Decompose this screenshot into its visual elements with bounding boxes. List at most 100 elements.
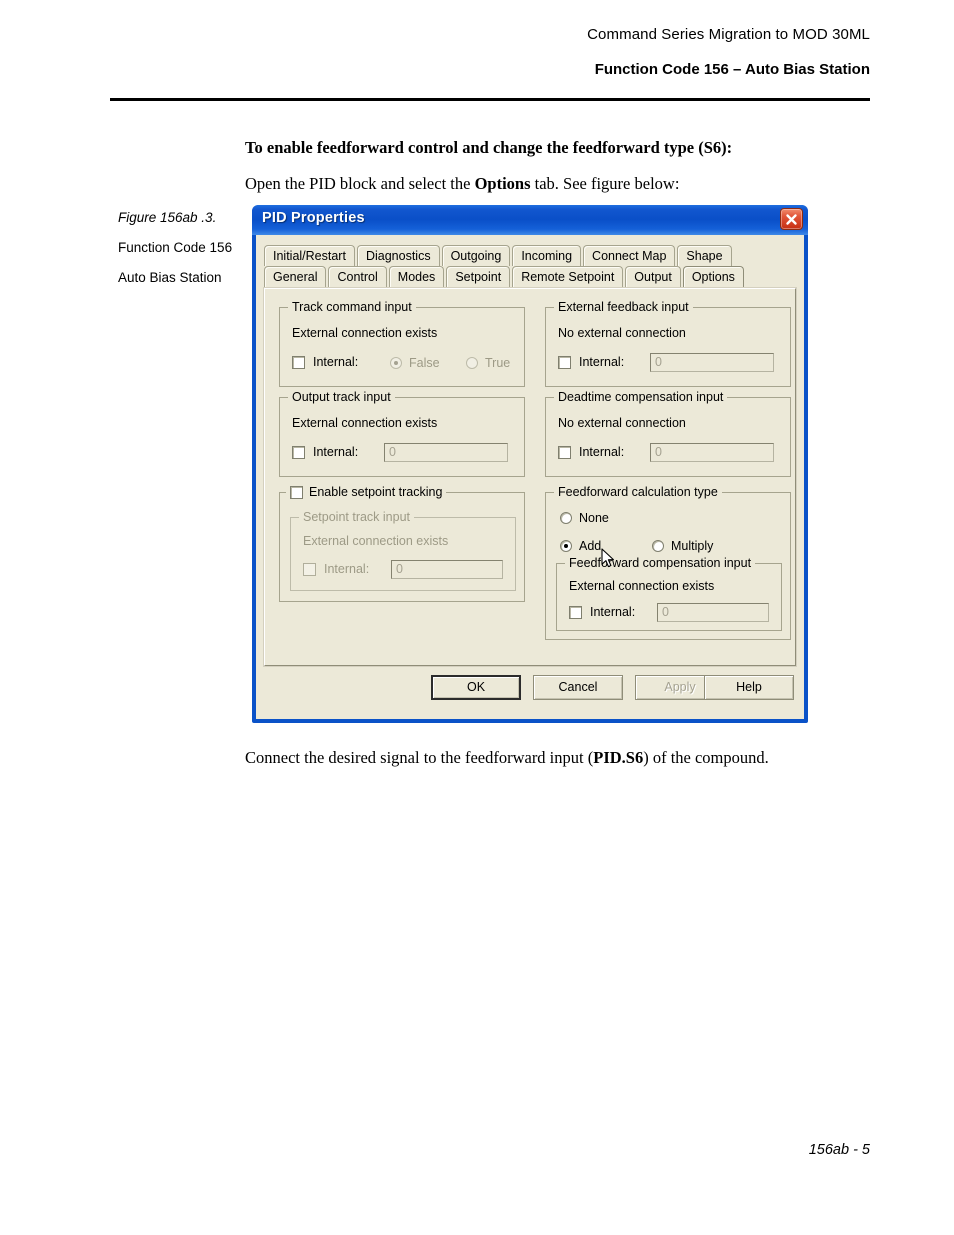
group-title-output-track-input: Output track input xyxy=(288,390,395,404)
dialog-title: PID Properties xyxy=(262,210,365,226)
external-feedback-internal-checkbox[interactable] xyxy=(558,355,571,369)
ok-button[interactable]: OK xyxy=(431,675,521,700)
group-enable-setpoint-tracking: Enable setpoint tracking Setpoint track … xyxy=(279,485,525,602)
setpoint-track-internal-value: 0 xyxy=(391,560,503,579)
tab-row-1: Initial/Restart Diagnostics Outgoing Inc… xyxy=(264,245,734,266)
closing-paragraph: Connect the desired signal to the feedfo… xyxy=(245,748,769,768)
setpoint-track-internal-checkbox xyxy=(303,562,316,576)
options-tab-panel: Track command input External connection … xyxy=(264,288,796,666)
track-command-true-label: True xyxy=(485,356,511,370)
group-external-feedback-input: External feedback input No external conn… xyxy=(545,300,791,387)
instruction-heading: To enable feedforward control and change… xyxy=(245,138,733,157)
feedforward-none-row[interactable]: None xyxy=(560,511,609,525)
track-command-internal-row[interactable]: Internal: xyxy=(292,355,358,369)
group-title-feedforward-compensation-input: Feedforward compensation input xyxy=(565,556,756,570)
dialog-body: Initial/Restart Diagnostics Outgoing Inc… xyxy=(256,235,804,719)
header-rule xyxy=(110,98,870,101)
tab-output[interactable]: Output xyxy=(625,266,681,287)
track-command-false-radio xyxy=(390,357,402,369)
enable-setpoint-tracking-label: Enable setpoint tracking xyxy=(309,485,443,499)
pid-properties-dialog: PID Properties Initial/Restart Diagnosti… xyxy=(252,205,808,723)
external-feedback-internal-row[interactable]: Internal: xyxy=(558,355,624,369)
tab-strip: Initial/Restart Diagnostics Outgoing Inc… xyxy=(264,245,796,289)
figure-caption-line-2: Auto Bias Station xyxy=(118,270,222,285)
tab-incoming[interactable]: Incoming xyxy=(512,245,582,266)
instruction-paragraph: Open the PID block and select the Option… xyxy=(245,174,679,194)
output-track-internal-checkbox[interactable] xyxy=(292,445,305,459)
deadtime-internal-value[interactable]: 0 xyxy=(650,443,774,462)
external-feedback-internal-label: Internal: xyxy=(579,355,625,369)
feedforward-none-radio[interactable] xyxy=(560,512,572,524)
tab-initial-restart[interactable]: Initial/Restart xyxy=(264,245,355,266)
setpoint-track-connection-status: External connection exists xyxy=(303,534,449,548)
dialog-titlebar[interactable]: PID Properties xyxy=(252,205,808,235)
deadtime-connection-status: No external connection xyxy=(558,416,686,430)
deadtime-internal-checkbox[interactable] xyxy=(558,445,571,459)
page-number: 156ab - 5 xyxy=(808,1142,870,1158)
dialog-button-row: OK Cancel Apply Help xyxy=(256,672,804,712)
cancel-button[interactable]: Cancel xyxy=(533,675,623,700)
output-track-connection-status: External connection exists xyxy=(292,416,438,430)
tab-setpoint[interactable]: Setpoint xyxy=(446,266,511,287)
track-command-false-radio-row: False xyxy=(390,356,440,370)
tab-options[interactable]: Options xyxy=(682,266,744,287)
external-feedback-connection-status: No external connection xyxy=(558,326,686,340)
close-icon[interactable] xyxy=(780,208,803,230)
feedforward-multiply-row[interactable]: Multiply xyxy=(652,539,713,553)
closing-text-after: ) of the compound. xyxy=(643,748,769,767)
group-title-track-command-input: Track command input xyxy=(288,300,416,314)
feedforward-compensation-connection-status: External connection exists xyxy=(569,579,715,593)
feedforward-compensation-internal-label: Internal: xyxy=(590,605,636,619)
header-document-title: Command Series Migration to MOD 30ML xyxy=(587,26,870,43)
tab-control[interactable]: Control xyxy=(328,266,387,287)
enable-setpoint-tracking-checkbox[interactable] xyxy=(290,485,303,499)
track-command-true-radio-row: True xyxy=(466,356,510,370)
tab-outgoing[interactable]: Outgoing xyxy=(441,245,511,266)
feedforward-multiply-label: Multiply xyxy=(671,539,714,553)
tab-modes[interactable]: Modes xyxy=(388,266,445,287)
output-track-internal-value[interactable]: 0 xyxy=(384,443,508,462)
track-command-false-label: False xyxy=(409,356,440,370)
figure-caption: Figure 156ab .3. Function Code 156 Auto … xyxy=(118,210,246,300)
feedforward-compensation-internal-checkbox[interactable] xyxy=(569,605,582,619)
feedforward-compensation-internal-row[interactable]: Internal: xyxy=(569,605,635,619)
group-feedforward-calculation-type: Feedforward calculation type None Add Mu… xyxy=(545,485,791,640)
page-header: Command Series Migration to MOD 30ML Fun… xyxy=(110,26,870,78)
figure-caption-line-1: Function Code 156 xyxy=(118,240,233,255)
tab-row-2: General Control Modes Setpoint Remote Se… xyxy=(264,266,746,287)
group-title-deadtime-compensation-input: Deadtime compensation input xyxy=(554,390,728,404)
deadtime-internal-row[interactable]: Internal: xyxy=(558,445,624,459)
group-track-command-input: Track command input External connection … xyxy=(279,300,525,387)
deadtime-internal-label: Internal: xyxy=(579,445,625,459)
track-command-internal-checkbox[interactable] xyxy=(292,355,305,369)
enable-setpoint-tracking-title-row[interactable]: Enable setpoint tracking xyxy=(286,485,447,499)
group-title-feedforward-calculation-type: Feedforward calculation type xyxy=(554,485,722,499)
feedforward-add-row[interactable]: Add xyxy=(560,539,601,553)
tab-general[interactable]: General xyxy=(264,266,327,287)
group-title-setpoint-track-input: Setpoint track input xyxy=(299,510,415,524)
tab-diagnostics[interactable]: Diagnostics xyxy=(356,245,440,266)
group-feedforward-compensation-input: Feedforward compensation input External … xyxy=(556,556,782,631)
closing-text-emphasis: PID.S6 xyxy=(593,748,644,767)
figure-caption-title: Figure 156ab .3. xyxy=(118,210,217,225)
external-feedback-internal-value[interactable]: 0 xyxy=(650,353,774,372)
help-button[interactable]: Help xyxy=(704,675,794,700)
header-section-title: Function Code 156 – Auto Bias Station xyxy=(594,61,870,78)
feedforward-none-label: None xyxy=(579,511,609,525)
setpoint-track-internal-label: Internal: xyxy=(324,562,370,576)
feedforward-add-radio[interactable] xyxy=(560,540,572,552)
closing-text-before: Connect the desired signal to the feedfo… xyxy=(245,748,594,767)
setpoint-track-internal-row: Internal: xyxy=(303,562,369,576)
tab-connect-map[interactable]: Connect Map xyxy=(583,245,676,266)
track-command-internal-label: Internal: xyxy=(313,355,359,369)
group-setpoint-track-input: Setpoint track input External connection… xyxy=(290,510,516,591)
feedforward-multiply-radio[interactable] xyxy=(652,540,664,552)
tab-shape[interactable]: Shape xyxy=(677,245,732,266)
feedforward-compensation-internal-value[interactable]: 0 xyxy=(657,603,769,622)
track-command-connection-status: External connection exists xyxy=(292,326,438,340)
group-deadtime-compensation-input: Deadtime compensation input No external … xyxy=(545,390,791,477)
output-track-internal-row[interactable]: Internal: xyxy=(292,445,358,459)
instruction-text-before: Open the PID block and select the xyxy=(245,174,475,193)
feedforward-add-label: Add xyxy=(579,539,602,553)
tab-remote-setpoint[interactable]: Remote Setpoint xyxy=(512,266,624,287)
